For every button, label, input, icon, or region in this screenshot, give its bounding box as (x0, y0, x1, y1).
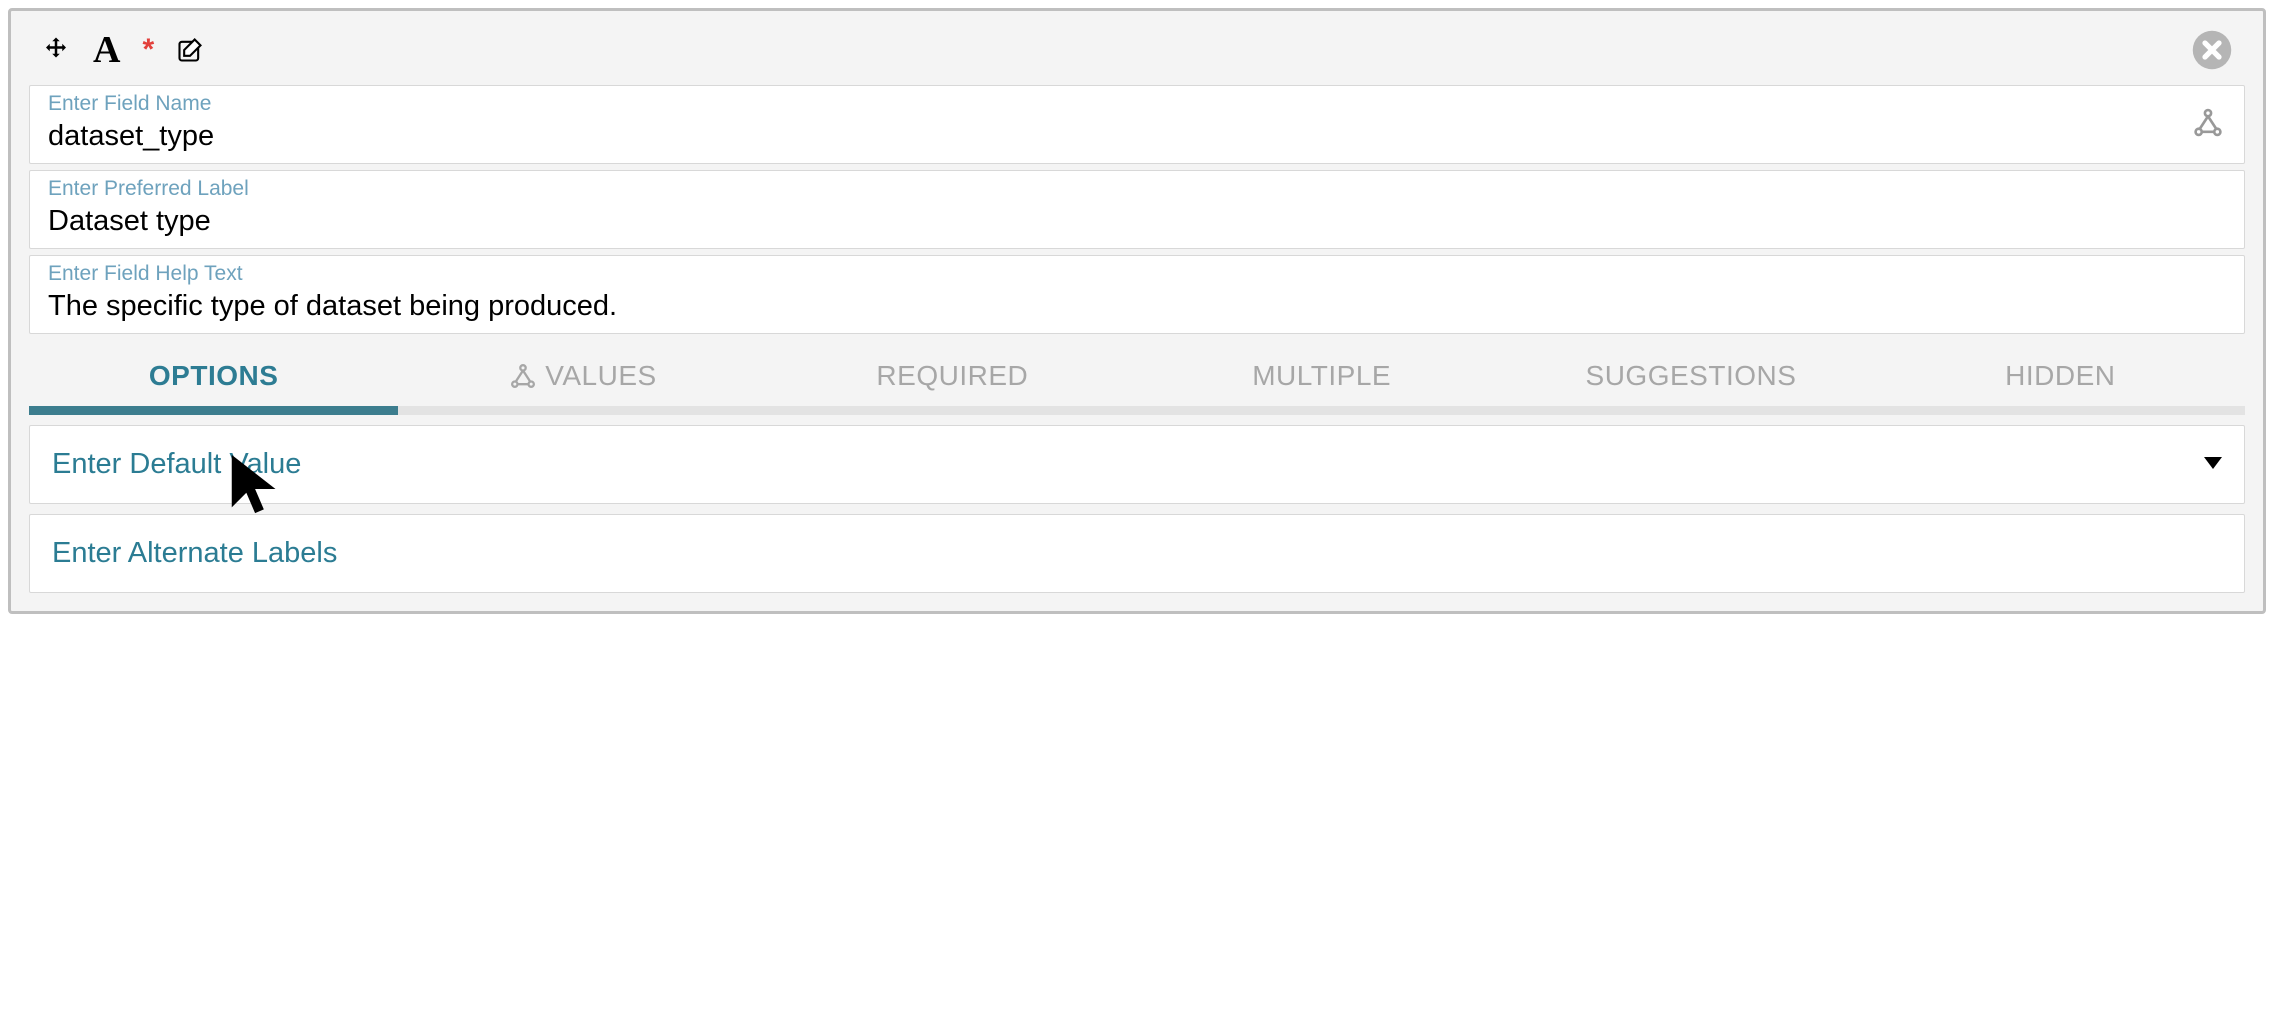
help-text-row[interactable]: Enter Field Help Text (29, 255, 2245, 334)
edit-icon[interactable] (176, 36, 204, 64)
tab-suggestions[interactable]: SUGGESTIONS (1506, 342, 1875, 406)
close-button[interactable] (2191, 29, 2233, 71)
alternate-labels-row[interactable]: Enter Alternate Labels (29, 514, 2245, 593)
editor-header: A * (11, 11, 2263, 79)
preferred-label-label: Enter Preferred Label (48, 177, 2226, 201)
graph-icon (509, 362, 537, 390)
move-icon[interactable] (41, 35, 71, 65)
tab-hidden-label: HIDDEN (2005, 360, 2115, 392)
tab-multiple[interactable]: MULTIPLE (1137, 342, 1506, 406)
tab-required[interactable]: REQUIRED (768, 342, 1137, 406)
header-icon-group: A * (41, 31, 204, 69)
help-text-label: Enter Field Help Text (48, 262, 2226, 286)
tab-hidden[interactable]: HIDDEN (1876, 342, 2245, 406)
field-name-label: Enter Field Name (48, 92, 2226, 116)
tab-values-label: VALUES (545, 360, 656, 392)
preferred-label-input[interactable] (48, 203, 2226, 238)
tab-options[interactable]: OPTIONS (29, 342, 398, 406)
graph-icon[interactable] (2192, 106, 2224, 143)
field-name-input[interactable] (48, 118, 2226, 153)
font-type-icon[interactable]: A (93, 31, 120, 69)
tab-multiple-label: MULTIPLE (1252, 360, 1391, 392)
default-value-row[interactable]: Enter Default Value (29, 425, 2245, 504)
help-text-input[interactable] (48, 288, 2226, 323)
required-asterisk-icon[interactable]: * (142, 35, 154, 65)
alternate-labels-placeholder: Enter Alternate Labels (52, 537, 337, 570)
tab-options-label: OPTIONS (149, 360, 279, 392)
tabs-row: OPTIONS VALUES REQUIRED MULTIPLE SUGGEST… (29, 342, 2245, 415)
options-panel: Enter Default Value Enter Alternate Labe… (29, 425, 2245, 593)
tab-values[interactable]: VALUES (398, 342, 767, 406)
tab-required-label: REQUIRED (876, 360, 1028, 392)
preferred-label-row[interactable]: Enter Preferred Label (29, 170, 2245, 249)
field-editor-panel: A * Enter Field Name Enter Preferred Lab… (8, 8, 2266, 614)
default-value-placeholder: Enter Default Value (52, 448, 301, 481)
field-name-row[interactable]: Enter Field Name (29, 85, 2245, 164)
chevron-down-icon[interactable] (2204, 456, 2222, 474)
tab-suggestions-label: SUGGESTIONS (1586, 360, 1797, 392)
